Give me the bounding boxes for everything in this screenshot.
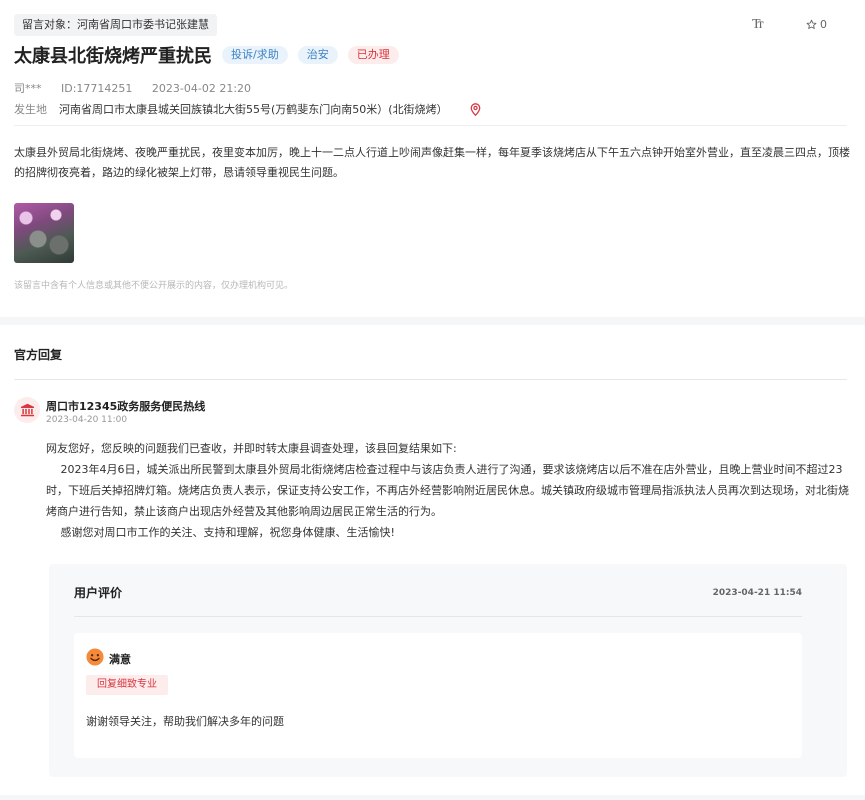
favorite-button[interactable]: 0 — [806, 18, 827, 31]
author-name: 司*** — [14, 82, 42, 95]
evaluation-title: 用户评价 — [74, 586, 123, 600]
evaluation-comment: 谢谢领导关注，帮助我们解决多年的问题 — [86, 715, 284, 728]
message-body: 太康县外贸局北街烧烤、夜晚严重扰民，夜里变本加厉，晚上十一二点人行道上吵闹声像赶… — [14, 146, 850, 179]
divider — [14, 125, 847, 126]
evaluation-tag: 回复细致专业 — [86, 675, 168, 695]
reply-paragraph: 网友您好，您反映的问题我们已查收，并即时转太康县调查处理，该县回复结果如下: — [46, 442, 457, 455]
satisfaction-rating: 满意 — [109, 653, 131, 666]
official-reply-card: 官方回复 周口市12345政务服务便民热线 2023-04-20 11:00 网… — [0, 325, 865, 795]
reply-paragraph: 感谢您对周口市工作的关注、支持和理解，祝您身体健康、生活愉快! — [46, 526, 395, 539]
reply-paragraph: 2023年4月6日，城关派出所民警到太康县外贸局北街烧烤店检查过程中与该店负责人… — [46, 463, 849, 518]
privacy-note: 该留言中含有个人信息或其他不便公开展示的内容，仅办理机构可见。 — [14, 281, 294, 291]
map-pin-icon[interactable] — [470, 102, 481, 116]
location-label: 发生地 — [14, 103, 47, 116]
message-card: 留言对象：河南省周口市委书记张建慧 Tт 0 太康县北街烧烤严重扰民 投诉/求助… — [0, 0, 865, 317]
font-size-toggle-icon[interactable]: Tт — [752, 17, 764, 33]
government-building-icon — [14, 397, 40, 423]
message-target-tag: 留言对象：河南省周口市委书记张建慧 — [14, 14, 217, 36]
title-row: 太康县北街烧烤严重扰民 投诉/求助 治安 已办理 — [14, 42, 399, 68]
location-address: 河南省周口市太康县城关回族镇北大街55号(万鹤斐东门向南50米）(北街烧烤） — [59, 103, 448, 116]
message-time: 2023-04-02 21:20 — [151, 82, 252, 95]
category-badge: 投诉/求助 — [222, 46, 288, 64]
section-separator — [0, 317, 865, 325]
evaluation-time: 2023-04-21 11:54 — [712, 588, 802, 598]
reply-org-name: 周口市12345政务服务便民热线 — [46, 400, 206, 413]
star-outline-icon — [806, 19, 817, 29]
divider — [74, 616, 802, 617]
user-evaluation-panel: 用户评价 2023-04-21 11:54 满意 回复细致专业 谢谢领导关注，帮… — [49, 564, 847, 777]
message-meta: 司*** ID:17714251 2023-04-02 21:20 — [14, 80, 267, 96]
favorite-count: 0 — [820, 18, 827, 31]
reply-time: 2023-04-20 11:00 — [46, 415, 128, 425]
message-id: ID:17714251 — [61, 82, 133, 95]
reply-body: 网友您好，您反映的问题我们已查收，并即时转太康县调查处理，该县回复结果如下: 2… — [46, 438, 850, 543]
divider — [14, 379, 847, 380]
smile-emoji-icon — [86, 648, 104, 666]
reply-section-title: 官方回复 — [14, 348, 63, 362]
attachment-image[interactable] — [14, 203, 74, 263]
section-separator — [0, 795, 865, 800]
location-row: 发生地 河南省周口市太康县城关回族镇北大街55号(万鹤斐东门向南50米）(北街烧… — [14, 101, 481, 117]
topic-badge: 治安 — [297, 46, 338, 64]
status-badge: 已办理 — [347, 46, 399, 64]
evaluation-card: 满意 回复细致专业 谢谢领导关注，帮助我们解决多年的问题 — [74, 633, 802, 758]
message-title: 太康县北街烧烤严重扰民 — [14, 46, 212, 67]
